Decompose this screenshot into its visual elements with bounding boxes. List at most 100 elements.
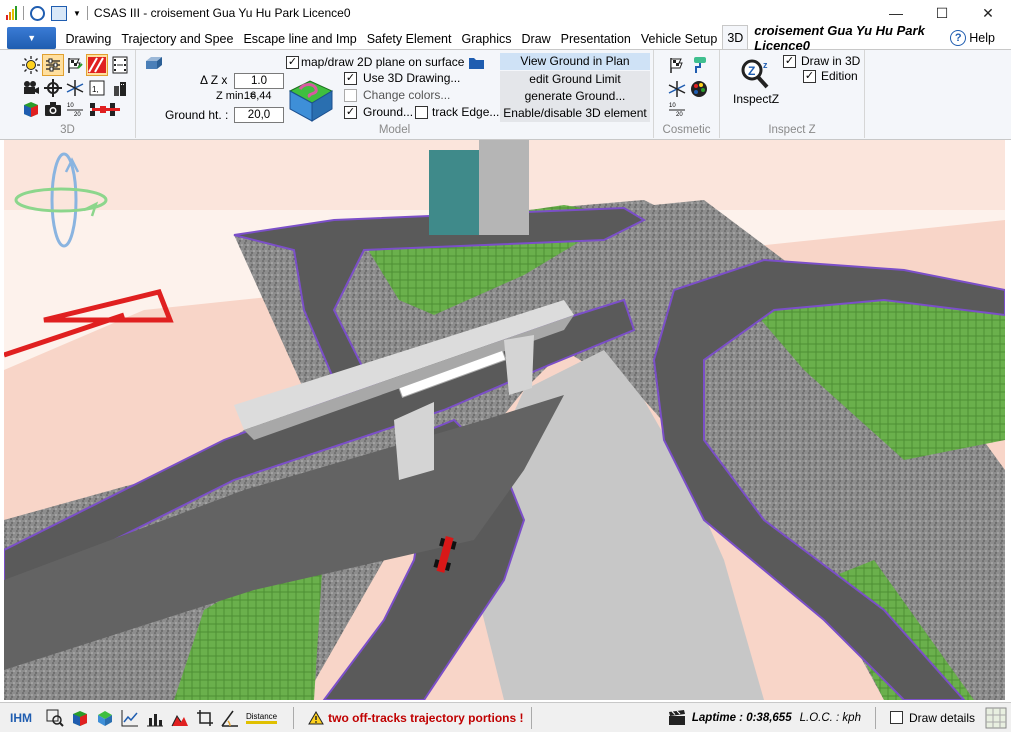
- edition-label: Edition: [821, 69, 858, 83]
- svg-text:20: 20: [676, 112, 683, 118]
- track-edge-label: track Edge...: [432, 105, 500, 119]
- color-palette-icon[interactable]: [690, 80, 708, 98]
- off-track-warning[interactable]: two off-tracks trajectory portions !: [308, 711, 523, 725]
- target-crosshair-icon[interactable]: [44, 79, 62, 97]
- track-stripes-icon[interactable]: [86, 54, 108, 76]
- group-cosmetic-label: Cosmetic: [662, 124, 711, 136]
- sliders-settings-icon[interactable]: [42, 54, 64, 76]
- layer-block-icon[interactable]: [145, 56, 163, 70]
- enable-disable-3d-element-button[interactable]: Enable/disable 3D element: [500, 105, 650, 122]
- settings-gear-icon[interactable]: [30, 5, 45, 21]
- tab-graphics[interactable]: Graphics: [456, 27, 516, 49]
- line-chart-icon[interactable]: [121, 709, 139, 727]
- folder-icon[interactable]: [469, 56, 484, 69]
- ground-checkbox[interactable]: ✓: [344, 106, 357, 119]
- bridge-pillar-right: [504, 335, 534, 395]
- document-title: croisement Gua Yu Hu Park Licence0: [754, 22, 925, 53]
- warning-triangle-icon: [308, 710, 324, 724]
- laptime-label: Laptime : 0:38,655: [691, 711, 792, 724]
- use-3d-drawing-checkbox[interactable]: ✓: [344, 72, 357, 85]
- inspect-z-magnifier-icon[interactable]: Zz: [739, 56, 773, 90]
- zoom-window-icon[interactable]: [46, 709, 64, 727]
- window-title: CSAS III - croisement Gua Yu Hu Park Lic…: [93, 6, 351, 20]
- crop-frame-icon[interactable]: [196, 709, 214, 727]
- terrain-cube-icon[interactable]: [96, 709, 114, 727]
- help-label: Help: [969, 30, 995, 45]
- inspectz-label[interactable]: InspectZ: [733, 92, 779, 106]
- status-separator: [874, 706, 876, 729]
- building-grey: [479, 140, 529, 235]
- 3d-viewport[interactable]: [4, 140, 1005, 700]
- sun-light-icon[interactable]: [22, 56, 40, 74]
- status-separator: [293, 706, 295, 729]
- change-colors-checkbox[interactable]: [344, 89, 357, 102]
- group-3d-label: 3D: [60, 124, 75, 136]
- map-draw-2d-plane-checkbox[interactable]: ✓: [286, 56, 299, 69]
- race-car-icon[interactable]: [88, 100, 122, 118]
- map-icon[interactable]: [51, 5, 67, 21]
- grid-view-icon[interactable]: [985, 707, 1007, 729]
- group-inspect-z-label: Inspect Z: [768, 124, 816, 136]
- view-ground-in-plan-button[interactable]: View Ground in Plan: [500, 53, 650, 70]
- draw-details-checkbox[interactable]: [889, 711, 903, 724]
- film-strip-icon[interactable]: [111, 56, 129, 74]
- axes-icon[interactable]: [668, 80, 686, 98]
- building-icon[interactable]: [111, 79, 129, 97]
- axes-icon[interactable]: [66, 79, 84, 97]
- tab-3d[interactable]: 3D: [722, 25, 749, 49]
- 3d-scene[interactable]: [4, 140, 1005, 700]
- svg-text:20: 20: [74, 112, 81, 118]
- color-cube-icon[interactable]: [22, 100, 40, 118]
- tab-vehicle-setup[interactable]: Vehicle Setup: [636, 27, 722, 49]
- camera-icon[interactable]: [44, 100, 62, 118]
- close-button[interactable]: ✕: [965, 0, 1011, 26]
- tab-presentation[interactable]: Presentation: [556, 27, 636, 49]
- tab-safety-element[interactable]: Safety Element: [362, 27, 457, 49]
- tab-drawing[interactable]: Drawing: [60, 27, 116, 49]
- dz-label: Δ Z x: [200, 73, 228, 87]
- svg-text:10: 10: [669, 103, 676, 109]
- checkered-flag-icon[interactable]: [66, 56, 84, 74]
- ribbon-3d: 1, 10 20 3D Δ Z x 1.0 Z min. = 16,44 Grou…: [0, 50, 1011, 140]
- paint-roller-icon[interactable]: [690, 56, 708, 74]
- video-camera-icon[interactable]: [22, 79, 40, 97]
- signal-bars-icon[interactable]: [6, 6, 17, 20]
- scale-ruler-icon[interactable]: 1020: [66, 100, 84, 118]
- application-menu-button[interactable]: ▼: [7, 27, 57, 49]
- track-edge-checkbox[interactable]: [415, 106, 428, 119]
- mountain-chart-icon[interactable]: [171, 709, 189, 727]
- ground-height-label: Ground ht. :: [165, 108, 229, 122]
- status-bar: IHM Distance two off-tracks trajectory p…: [0, 702, 1011, 732]
- tab-draw[interactable]: Draw: [517, 27, 556, 49]
- status-separator: [531, 706, 533, 729]
- coordinate-box-icon[interactable]: 1,: [88, 79, 106, 97]
- scale-ruler-icon[interactable]: 1020: [668, 100, 686, 118]
- group-3d: 1, 10 20 3D: [0, 50, 136, 138]
- group-inspect-z: Zz InspectZ ✓ Draw in 3D ✓ Edition Inspe…: [720, 50, 865, 138]
- dz-input[interactable]: 1.0: [234, 73, 284, 89]
- terrain-block-icon[interactable]: [286, 73, 334, 123]
- tab-trajectory-speed[interactable]: Trajectory and Spee: [116, 27, 238, 49]
- edition-checkbox[interactable]: ✓: [803, 70, 816, 83]
- clapperboard-icon[interactable]: [668, 709, 686, 726]
- checkered-flag-icon[interactable]: [668, 56, 686, 74]
- group-cosmetic: 10 20 Cosmetic: [654, 50, 720, 138]
- ihm-label[interactable]: IHM: [10, 711, 32, 725]
- svg-text:10: 10: [67, 103, 74, 109]
- color-cube-icon[interactable]: [71, 709, 89, 727]
- use-3d-drawing-label: Use 3D Drawing...: [363, 71, 461, 85]
- draw-in-3d-checkbox[interactable]: ✓: [783, 55, 796, 68]
- generate-ground-button[interactable]: generate Ground...: [500, 88, 650, 105]
- warning-text: two off-tracks trajectory portions !: [328, 710, 524, 725]
- help-button[interactable]: ? Help: [950, 29, 995, 46]
- measure-angle-icon[interactable]: [221, 709, 239, 727]
- svg-text:Z: Z: [748, 64, 755, 78]
- distance-ruler-button[interactable]: Distance: [246, 712, 278, 724]
- tab-escape-line[interactable]: Escape line and Imp: [238, 27, 361, 49]
- draw-details-label: Draw details: [908, 710, 975, 725]
- ground-height-input[interactable]: 20,0: [234, 107, 284, 123]
- dropdown-arrow-icon[interactable]: ▼: [73, 9, 81, 18]
- edit-ground-limit-button[interactable]: edit Ground Limit: [500, 71, 650, 88]
- bar-chart-icon[interactable]: [146, 709, 164, 727]
- help-icon: ?: [950, 29, 967, 46]
